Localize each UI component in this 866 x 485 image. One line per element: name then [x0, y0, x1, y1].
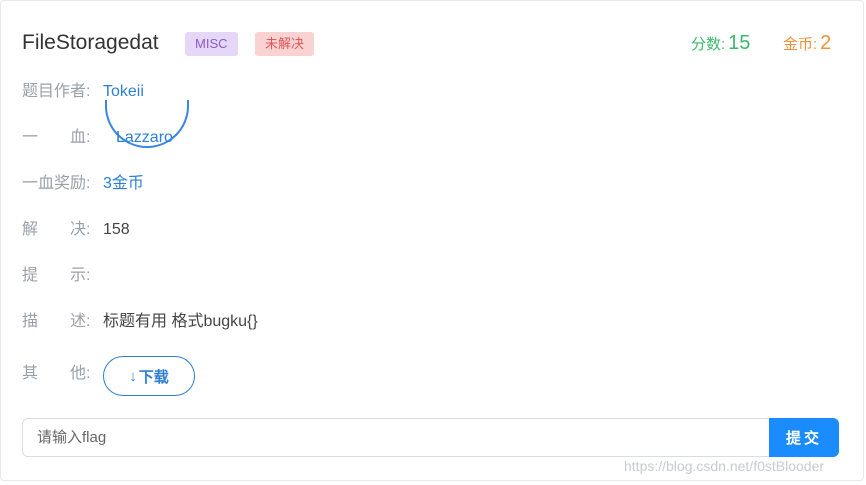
category-tag: MISC: [185, 32, 238, 56]
points-label: 分数:: [691, 36, 726, 53]
coins-value: 2: [820, 32, 832, 54]
watermark: https://blog.csdn.net/f0stBlooder: [624, 458, 825, 474]
challenge-title: FileStoragedat: [22, 31, 159, 54]
author-label: 题目作者:: [22, 83, 91, 100]
download-label: 下载: [138, 368, 169, 386]
first-blood-reward-value: 3金币: [103, 175, 144, 192]
first-blood-label: 一 血:: [22, 129, 91, 146]
submit-button[interactable]: 提交: [769, 418, 839, 457]
first-blood-reward-label: 一血奖励:: [22, 175, 91, 192]
coins-label: 金币:: [783, 36, 818, 53]
other-label: 其 他:: [22, 365, 91, 382]
status-tag: 未解决: [255, 32, 315, 56]
description-label: 描 述:: [22, 313, 91, 330]
solves-value: 158: [103, 221, 130, 238]
coins-display: 金币: 2: [783, 29, 831, 59]
points-display: 分数: 15: [691, 29, 750, 59]
description-value: 标题有用 格式bugku{}: [103, 313, 258, 330]
points-value: 15: [728, 32, 751, 54]
download-button[interactable]: ↓ 下载: [103, 356, 195, 396]
flag-input[interactable]: [22, 418, 770, 457]
download-icon: ↓: [129, 367, 137, 385]
hint-label: 提 示:: [22, 267, 91, 284]
challenge-card: FileStoragedat MISC 未解决 分数: 15 金币: 2 题目作者:…: [0, 0, 864, 481]
first-blood-link[interactable]: Lazzaro: [116, 126, 173, 150]
solves-label: 解 决:: [22, 221, 91, 238]
